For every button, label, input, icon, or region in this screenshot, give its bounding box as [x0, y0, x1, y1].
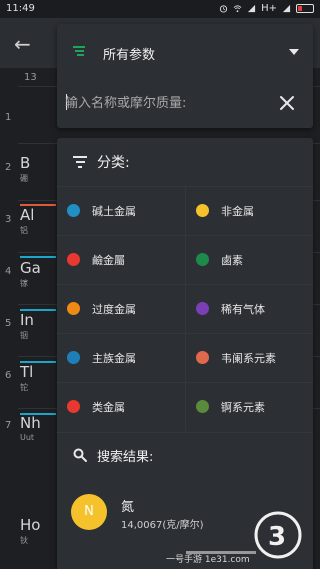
category-label: 非金属 — [221, 205, 254, 218]
category-bar — [20, 256, 56, 258]
category-color-dot — [67, 351, 80, 364]
category-item[interactable]: 碱土金属 — [57, 186, 185, 235]
category-color-dot — [196, 204, 209, 217]
category-item[interactable]: 韦阑系元素 — [185, 333, 313, 382]
column-number: 13 — [24, 72, 37, 83]
element-symbol: B — [20, 154, 31, 172]
row-number: 1 — [5, 112, 12, 123]
category-label: 锕系元素 — [221, 401, 265, 414]
category-item[interactable]: 主族金属 — [57, 333, 185, 382]
back-arrow-icon[interactable]: ← — [14, 32, 31, 56]
element-symbol: Tl — [20, 363, 34, 381]
signal-icon-2 — [282, 4, 291, 13]
element-name: 镓 — [20, 279, 28, 288]
row-number: 7 — [5, 420, 12, 431]
row-number: 3 — [5, 214, 12, 225]
close-icon[interactable] — [279, 95, 295, 111]
element-name: 铊 — [20, 383, 28, 392]
row-number: 6 — [5, 370, 12, 381]
search-card: 所有参数 — [57, 24, 313, 128]
category-label: 鹵素 — [221, 254, 243, 267]
search-row — [57, 86, 313, 122]
status-bar: 11:49 H+ — [0, 0, 320, 18]
category-color-dot — [196, 400, 209, 413]
category-color-dot — [67, 204, 80, 217]
element-symbol: In — [20, 311, 34, 329]
element-symbol: Ho — [20, 516, 41, 534]
parameter-selector[interactable]: 所有参数 — [57, 24, 313, 80]
element-symbol: Nh — [20, 414, 41, 432]
search-icon — [73, 448, 87, 462]
category-label: 类金属 — [92, 401, 125, 414]
element-cell[interactable]: Ho 钬 — [20, 516, 60, 568]
category-color-dot — [67, 400, 80, 413]
sort-icon — [73, 46, 85, 56]
element-avatar: N — [71, 494, 107, 530]
category-color-dot — [196, 253, 209, 266]
category-item[interactable]: 非金属 — [185, 186, 313, 235]
row-number: 2 — [5, 162, 12, 173]
results-header: 搜索结果: — [57, 432, 313, 476]
search-input[interactable] — [65, 90, 265, 116]
category-header: 分类: — [57, 138, 313, 186]
network-type: H+ — [261, 3, 277, 14]
category-label: 碱土金属 — [92, 205, 136, 218]
selector-label: 所有参数 — [103, 48, 156, 63]
element-symbol: Al — [20, 206, 35, 224]
category-label: 稀有气体 — [221, 303, 265, 316]
category-color-dot — [67, 302, 80, 315]
category-color-dot — [196, 351, 209, 364]
category-item[interactable]: 锕系元素 — [185, 382, 313, 431]
result-element-name: 氮 — [121, 500, 135, 515]
element-name: 钬 — [20, 536, 28, 545]
wifi-icon — [233, 5, 242, 13]
results-title: 搜索结果: — [97, 450, 154, 465]
alarm-icon — [219, 5, 228, 13]
element-cell[interactable]: B 硼 — [20, 154, 60, 206]
category-label: 主族金属 — [92, 352, 136, 365]
category-title: 分类: — [97, 155, 130, 171]
element-name: 硼 — [20, 174, 28, 183]
watermark-text: 一号手游 1e31.com — [166, 555, 250, 565]
site-watermark: 3 一号手游 1e31.com — [166, 507, 316, 567]
category-item[interactable]: 类金属 — [57, 382, 185, 431]
category-item[interactable]: 过度金属 — [57, 284, 185, 333]
svg-text:3: 3 — [268, 522, 286, 552]
element-cell[interactable]: Nh Uut — [20, 414, 60, 466]
category-item[interactable]: 鹼金屬 — [57, 235, 185, 284]
dropdown-arrow-icon[interactable] — [289, 49, 299, 55]
element-name: Uut — [20, 433, 35, 442]
category-label: 过度金属 — [92, 303, 136, 316]
category-color-dot — [67, 253, 80, 266]
category-label: 韦阑系元素 — [221, 352, 276, 365]
signal-icon — [247, 4, 256, 13]
filter-icon — [73, 156, 87, 168]
category-item[interactable]: 稀有气体 — [185, 284, 313, 333]
battery-icon — [296, 4, 314, 13]
category-item[interactable]: 鹵素 — [185, 235, 313, 284]
category-color-dot — [196, 302, 209, 315]
row-number: 5 — [5, 318, 12, 329]
category-label: 鹼金屬 — [92, 254, 125, 267]
status-time: 11:49 — [6, 3, 35, 14]
row-number: 4 — [5, 266, 12, 277]
app-screen: 11:49 H+ ← 13 1 2 B 硼 3 Al 铝 4 Ga 镓 5 In… — [0, 0, 320, 569]
element-cell[interactable]: Al 铝 — [20, 206, 60, 258]
element-symbol: Ga — [20, 259, 41, 277]
element-name: 铟 — [20, 331, 28, 340]
element-name: 铝 — [20, 226, 28, 235]
